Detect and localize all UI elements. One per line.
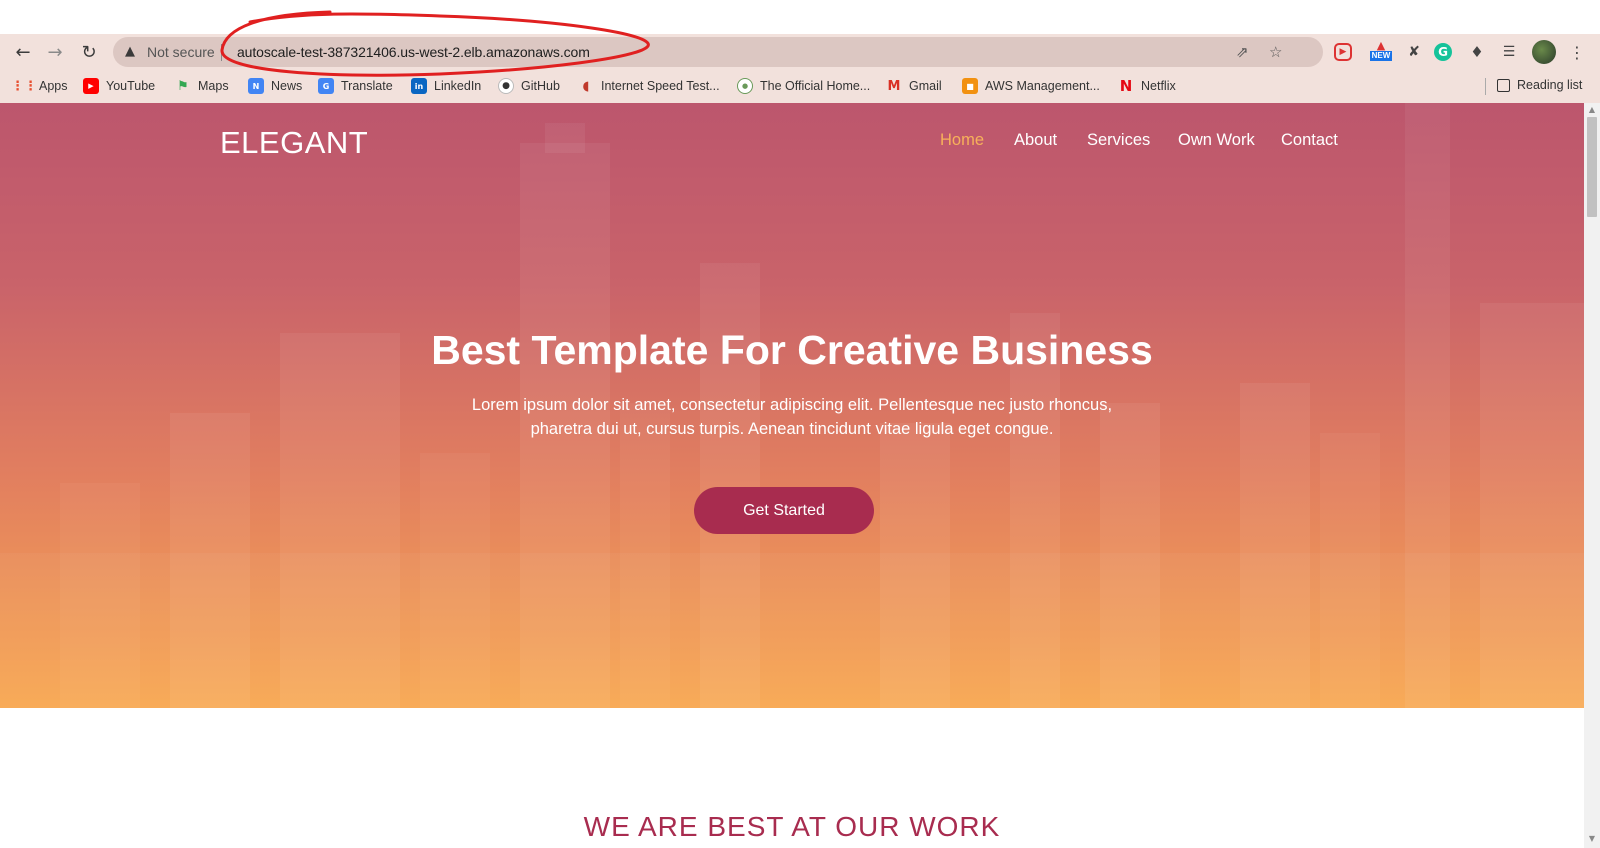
bookmark-news[interactable]: N News bbox=[248, 78, 302, 94]
bookmark-netflix[interactable]: N Netflix bbox=[1118, 77, 1176, 95]
grammarly-icon[interactable]: G bbox=[1434, 43, 1452, 61]
profile-avatar[interactable] bbox=[1532, 40, 1556, 64]
nav-about[interactable]: About bbox=[1014, 131, 1057, 150]
nav-home[interactable]: Home bbox=[940, 131, 984, 150]
hero-subtitle-line-1: Lorem ipsum dolor sit amet, consectetur … bbox=[471, 396, 1113, 414]
hero-title: Best Template For Creative Business bbox=[431, 327, 1153, 373]
hero-subtitle-line-2: pharetra dui ut, cursus turpis. Aenean t… bbox=[530, 420, 1054, 438]
bookmark-star-icon[interactable]: ☆ bbox=[1269, 43, 1282, 61]
bookmark-apps[interactable]: ⋮⋮ Apps bbox=[11, 78, 68, 94]
forward-icon[interactable]: → bbox=[42, 39, 68, 65]
site-logo[interactable]: ELEGANT bbox=[220, 125, 368, 161]
new-extension-icon[interactable]: ▲ NEW bbox=[1366, 39, 1396, 61]
get-started-button[interactable]: Get Started bbox=[694, 487, 874, 534]
bookmarks-separator bbox=[1485, 78, 1486, 95]
maps-pin-icon: ⚑ bbox=[177, 78, 189, 94]
browser-toolbar: ← → ↻ ▲ Not secure autoscale-test-387321… bbox=[0, 34, 1600, 70]
google-translate-icon: G bbox=[318, 78, 334, 94]
bookmark-aws[interactable]: ■ AWS Management... bbox=[962, 78, 1100, 94]
bookmark-official-home[interactable]: ● The Official Home... bbox=[737, 78, 870, 94]
browser-menu-icon[interactable]: ⋮ bbox=[1566, 41, 1588, 63]
window-title-strip bbox=[0, 0, 1600, 34]
back-icon[interactable]: ← bbox=[10, 39, 36, 65]
warning-icon[interactable]: ▲ bbox=[125, 44, 135, 59]
nav-contact[interactable]: Contact bbox=[1281, 131, 1338, 150]
nav-services[interactable]: Services bbox=[1087, 131, 1150, 150]
web-page: ELEGANT Home About Services Own Work Con… bbox=[0, 103, 1584, 848]
youtube-icon: ▶ bbox=[83, 78, 99, 94]
reload-icon[interactable]: ↻ bbox=[76, 39, 102, 65]
extensions-puzzle-icon[interactable]: ♦ bbox=[1466, 41, 1488, 63]
apps-grid-icon: ⋮⋮ bbox=[11, 78, 37, 94]
bookmark-linkedin[interactable]: in LinkedIn bbox=[411, 78, 481, 94]
aws-icon: ■ bbox=[962, 78, 978, 94]
reading-list-icon bbox=[1497, 78, 1510, 92]
bookmark-github[interactable]: ● GitHub bbox=[498, 78, 560, 94]
video-extension-icon[interactable]: ▶ bbox=[1334, 43, 1352, 61]
bookmark-youtube[interactable]: ▶ YouTube bbox=[83, 78, 155, 94]
bookmark-gmail[interactable]: M Gmail bbox=[886, 78, 942, 94]
url-text[interactable]: autoscale-test-387321406.us-west-2.elb.a… bbox=[237, 44, 590, 60]
tool-extension-icon[interactable]: ✘ bbox=[1403, 41, 1425, 63]
hero-section: ELEGANT Home About Services Own Work Con… bbox=[0, 103, 1584, 708]
nav-own-work[interactable]: Own Work bbox=[1178, 131, 1255, 150]
netflix-icon: N bbox=[1119, 77, 1133, 95]
official-home-icon: ● bbox=[737, 78, 753, 94]
scroll-up-icon[interactable]: ▲ bbox=[1584, 105, 1600, 117]
bookmark-maps[interactable]: ⚑ Maps bbox=[175, 78, 228, 94]
scroll-down-icon[interactable]: ▼ bbox=[1584, 834, 1600, 846]
security-label[interactable]: Not secure bbox=[147, 44, 215, 60]
page-scrollbar[interactable]: ▲ ▼ bbox=[1584, 103, 1600, 848]
github-icon: ● bbox=[498, 78, 514, 94]
bookmarks-bar: ⋮⋮ Apps ▶ YouTube ⚑ Maps N News G Transl… bbox=[0, 70, 1600, 103]
reading-list-button[interactable]: Reading list bbox=[1497, 78, 1582, 92]
bookmark-speed-test[interactable]: ◖ Internet Speed Test... bbox=[578, 78, 720, 94]
section-title: WE ARE BEST AT OUR WORK bbox=[583, 811, 1001, 842]
address-bar[interactable]: ▲ Not secure autoscale-test-387321406.us… bbox=[113, 37, 1323, 67]
scrollbar-thumb[interactable] bbox=[1587, 117, 1597, 217]
gmail-icon: M bbox=[887, 78, 901, 94]
google-news-icon: N bbox=[248, 78, 264, 94]
share-icon[interactable]: ⇗ bbox=[1236, 43, 1249, 61]
address-separator bbox=[221, 44, 222, 61]
hero-subtitle: Lorem ipsum dolor sit amet, consectetur … bbox=[432, 393, 1152, 441]
linkedin-icon: in bbox=[411, 78, 427, 94]
media-queue-icon[interactable]: ☰ bbox=[1498, 41, 1520, 63]
new-badge: NEW bbox=[1369, 50, 1393, 61]
speedometer-icon: ◖ bbox=[582, 78, 590, 94]
bookmark-translate[interactable]: G Translate bbox=[318, 78, 393, 94]
